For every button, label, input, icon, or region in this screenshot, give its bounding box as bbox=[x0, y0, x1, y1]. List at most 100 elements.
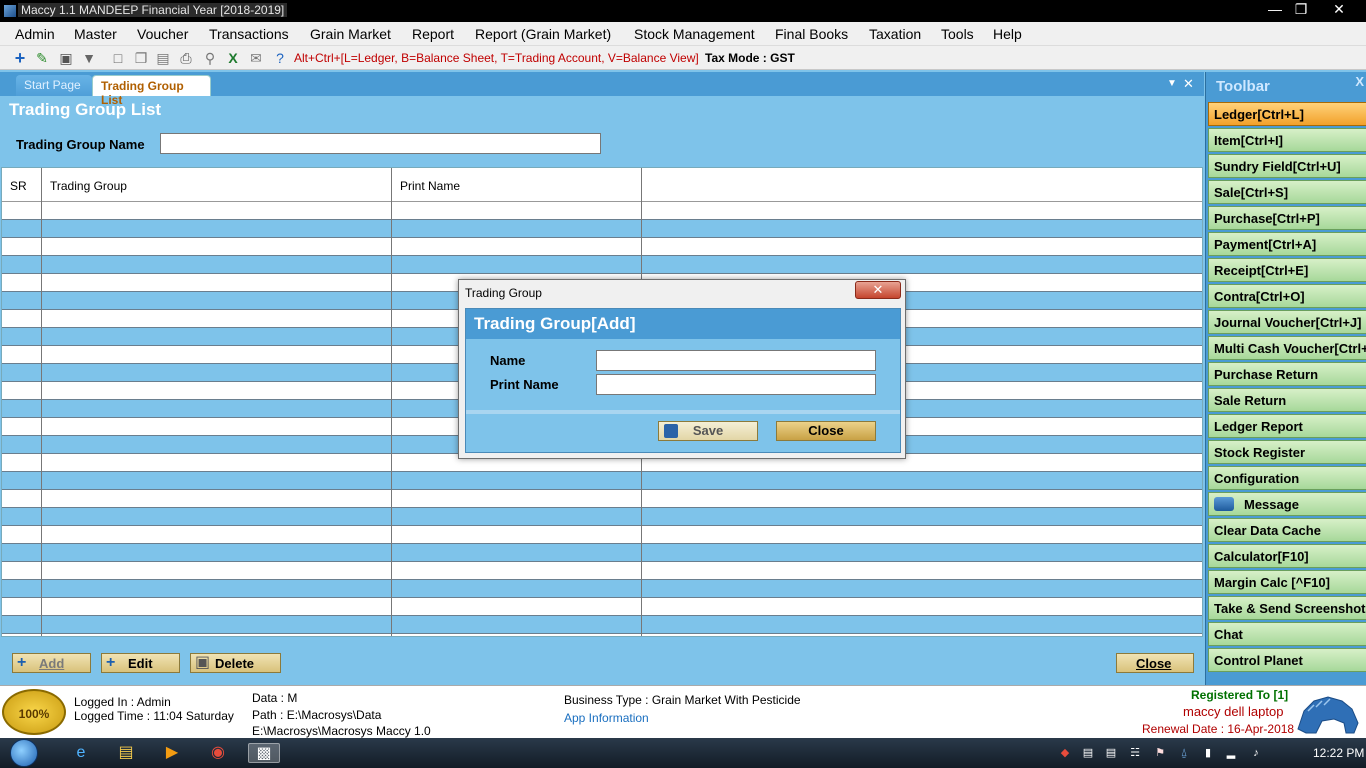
table-row[interactable] bbox=[2, 238, 1202, 256]
menu-tools[interactable]: Tools bbox=[941, 26, 974, 42]
chrome-icon[interactable]: ◉ bbox=[207, 743, 229, 763]
table-row[interactable] bbox=[2, 508, 1202, 526]
add-button[interactable]: + Add bbox=[12, 653, 91, 673]
table-row[interactable] bbox=[2, 616, 1202, 634]
menu-transactions[interactable]: Transactions bbox=[209, 26, 289, 42]
tray-window-icon[interactable]: ▤ bbox=[1104, 746, 1118, 760]
filter-icon[interactable]: ▼ bbox=[81, 50, 97, 66]
toolbar-item-label: Item[Ctrl+I] bbox=[1214, 133, 1283, 148]
battery-icon[interactable]: ▮ bbox=[1201, 746, 1215, 760]
toolbar-item-clear-data-cache[interactable]: Clear Data Cache bbox=[1208, 518, 1366, 542]
menu-help[interactable]: Help bbox=[993, 26, 1022, 42]
toolbar-item-ledger-ctrl-l[interactable]: Ledger[Ctrl+L] bbox=[1208, 102, 1366, 126]
table-row[interactable] bbox=[2, 526, 1202, 544]
menu-report[interactable]: Report bbox=[412, 26, 454, 42]
maccy-app-icon[interactable]: ▩ bbox=[248, 743, 280, 763]
table-row[interactable] bbox=[2, 202, 1202, 220]
toolbar-item-contra-ctrl-o[interactable]: Contra[Ctrl+O] bbox=[1208, 284, 1366, 308]
maximize-icon[interactable]: ❐ bbox=[1288, 0, 1314, 18]
toolbar-item-receipt-ctrl-e[interactable]: Receipt[Ctrl+E] bbox=[1208, 258, 1366, 282]
toolbar-item-calculator-f10[interactable]: Calculator[F10] bbox=[1208, 544, 1366, 568]
menu-final-books[interactable]: Final Books bbox=[775, 26, 848, 42]
save-button[interactable]: Save bbox=[658, 421, 758, 441]
table-row[interactable] bbox=[2, 562, 1202, 580]
toolbar-item-item-ctrl-i[interactable]: Item[Ctrl+I] bbox=[1208, 128, 1366, 152]
table-row[interactable] bbox=[2, 598, 1202, 616]
toolbar-item-sale-return[interactable]: Sale Return bbox=[1208, 388, 1366, 412]
file-explorer-icon[interactable]: ▤ bbox=[115, 743, 137, 763]
media-player-icon[interactable]: ▶ bbox=[161, 743, 183, 763]
minimize-icon[interactable]: — bbox=[1262, 0, 1288, 18]
menu-taxation[interactable]: Taxation bbox=[869, 26, 921, 42]
trading-group-name-input[interactable] bbox=[160, 133, 601, 154]
paste-icon[interactable]: ▤ bbox=[155, 50, 171, 66]
close-button[interactable]: Close bbox=[1116, 653, 1194, 673]
add-icon[interactable]: + bbox=[12, 49, 28, 67]
dialog-close-button[interactable]: Close bbox=[776, 421, 876, 441]
toolbar-item-margin-calc-f10[interactable]: Margin Calc [^F10] bbox=[1208, 570, 1366, 594]
toolbar-item-control-planet[interactable]: Control Planet bbox=[1208, 648, 1366, 672]
toolbar-item-multi-cash-voucher-ctrl[interactable]: Multi Cash Voucher[Ctrl+ bbox=[1208, 336, 1366, 360]
logged-time: Logged Time : 11:04 Saturday bbox=[74, 709, 234, 723]
tab-close-icon[interactable]: ✕ bbox=[1183, 76, 1194, 92]
tab-trading-group-list[interactable]: Trading Group List bbox=[92, 75, 211, 107]
delete-button[interactable]: ▣ Delete bbox=[190, 653, 281, 673]
action-center-icon[interactable]: ⚑ bbox=[1153, 746, 1167, 760]
toolbar-item-journal-voucher-ctrl-j[interactable]: Journal Voucher[Ctrl+J] bbox=[1208, 310, 1366, 334]
toolbar-item-stock-register[interactable]: Stock Register bbox=[1208, 440, 1366, 464]
toolbar-item-chat[interactable]: Chat bbox=[1208, 622, 1366, 646]
print-preview-icon[interactable]: ⚲ bbox=[202, 50, 218, 66]
internet-explorer-icon[interactable]: e bbox=[70, 743, 92, 763]
column-header-sr[interactable]: SR bbox=[10, 179, 27, 193]
menu-admin[interactable]: Admin bbox=[15, 26, 55, 42]
signal-icon[interactable]: ▂ bbox=[1224, 746, 1238, 760]
copy-icon[interactable]: ❐ bbox=[133, 50, 149, 66]
table-row[interactable] bbox=[2, 220, 1202, 238]
help-icon[interactable]: ? bbox=[272, 50, 288, 66]
toolbar-item-message[interactable]: Message bbox=[1208, 492, 1366, 516]
toolbar-item-configuration[interactable]: Configuration bbox=[1208, 466, 1366, 490]
taskbar-clock[interactable]: 12:22 PM bbox=[1313, 746, 1364, 760]
menu-grain-market[interactable]: Grain Market bbox=[310, 26, 391, 42]
new-document-icon[interactable]: □ bbox=[110, 50, 126, 66]
edit-button[interactable]: + Edit bbox=[101, 653, 180, 673]
app-information-link[interactable]: App Information bbox=[564, 711, 649, 725]
edit-icon[interactable]: ✎ bbox=[34, 50, 50, 66]
table-row[interactable] bbox=[2, 580, 1202, 598]
excel-icon[interactable]: X bbox=[225, 50, 241, 66]
dialog-close-icon[interactable]: ✕ bbox=[855, 281, 901, 299]
toolbar-item-sale-ctrl-s[interactable]: Sale[Ctrl+S] bbox=[1208, 180, 1366, 204]
network-tray-icon[interactable]: ☵ bbox=[1128, 746, 1142, 760]
antivirus-tray-icon[interactable]: ◆ bbox=[1058, 746, 1072, 760]
tray-app-icon[interactable]: ▤ bbox=[1081, 746, 1095, 760]
tab-start-page[interactable]: Start Page bbox=[16, 75, 92, 96]
menu-master[interactable]: Master bbox=[74, 26, 117, 42]
toolbar-item-ledger-report[interactable]: Ledger Report bbox=[1208, 414, 1366, 438]
volume-icon[interactable]: ♪ bbox=[1249, 746, 1263, 760]
toolbar-item-purchase-return[interactable]: Purchase Return bbox=[1208, 362, 1366, 386]
toolbar-item-payment-ctrl-a[interactable]: Payment[Ctrl+A] bbox=[1208, 232, 1366, 256]
start-button[interactable] bbox=[10, 739, 38, 767]
tab-menu-icon[interactable]: ▼ bbox=[1167, 78, 1177, 89]
toolbar-item-label: Message bbox=[1244, 497, 1299, 512]
column-header-print-name[interactable]: Print Name bbox=[400, 179, 460, 193]
table-row[interactable] bbox=[2, 472, 1202, 490]
table-row[interactable] bbox=[2, 256, 1202, 274]
menu-voucher[interactable]: Voucher bbox=[137, 26, 188, 42]
close-icon[interactable]: ✕ bbox=[1326, 0, 1352, 18]
print-name-input[interactable] bbox=[596, 374, 876, 395]
menu-report-grain-market[interactable]: Report (Grain Market) bbox=[475, 26, 611, 42]
bluetooth-icon[interactable]: ⍙ bbox=[1177, 746, 1191, 760]
print-icon[interactable]: ⎙ bbox=[178, 50, 194, 66]
email-icon[interactable]: ✉ bbox=[248, 50, 264, 66]
menu-stock-management[interactable]: Stock Management bbox=[634, 26, 755, 42]
toolbar-item-sundry-field-ctrl-u[interactable]: Sundry Field[Ctrl+U] bbox=[1208, 154, 1366, 178]
table-row[interactable] bbox=[2, 544, 1202, 562]
name-input[interactable] bbox=[596, 350, 876, 371]
column-header-trading-group[interactable]: Trading Group bbox=[50, 179, 127, 193]
toolbar-close-icon[interactable]: X bbox=[1355, 74, 1364, 89]
table-row[interactable] bbox=[2, 490, 1202, 508]
delete-icon[interactable]: ▣ bbox=[58, 50, 74, 66]
toolbar-item-take-send-screenshot[interactable]: Take & Send Screenshot bbox=[1208, 596, 1366, 620]
toolbar-item-purchase-ctrl-p[interactable]: Purchase[Ctrl+P] bbox=[1208, 206, 1366, 230]
